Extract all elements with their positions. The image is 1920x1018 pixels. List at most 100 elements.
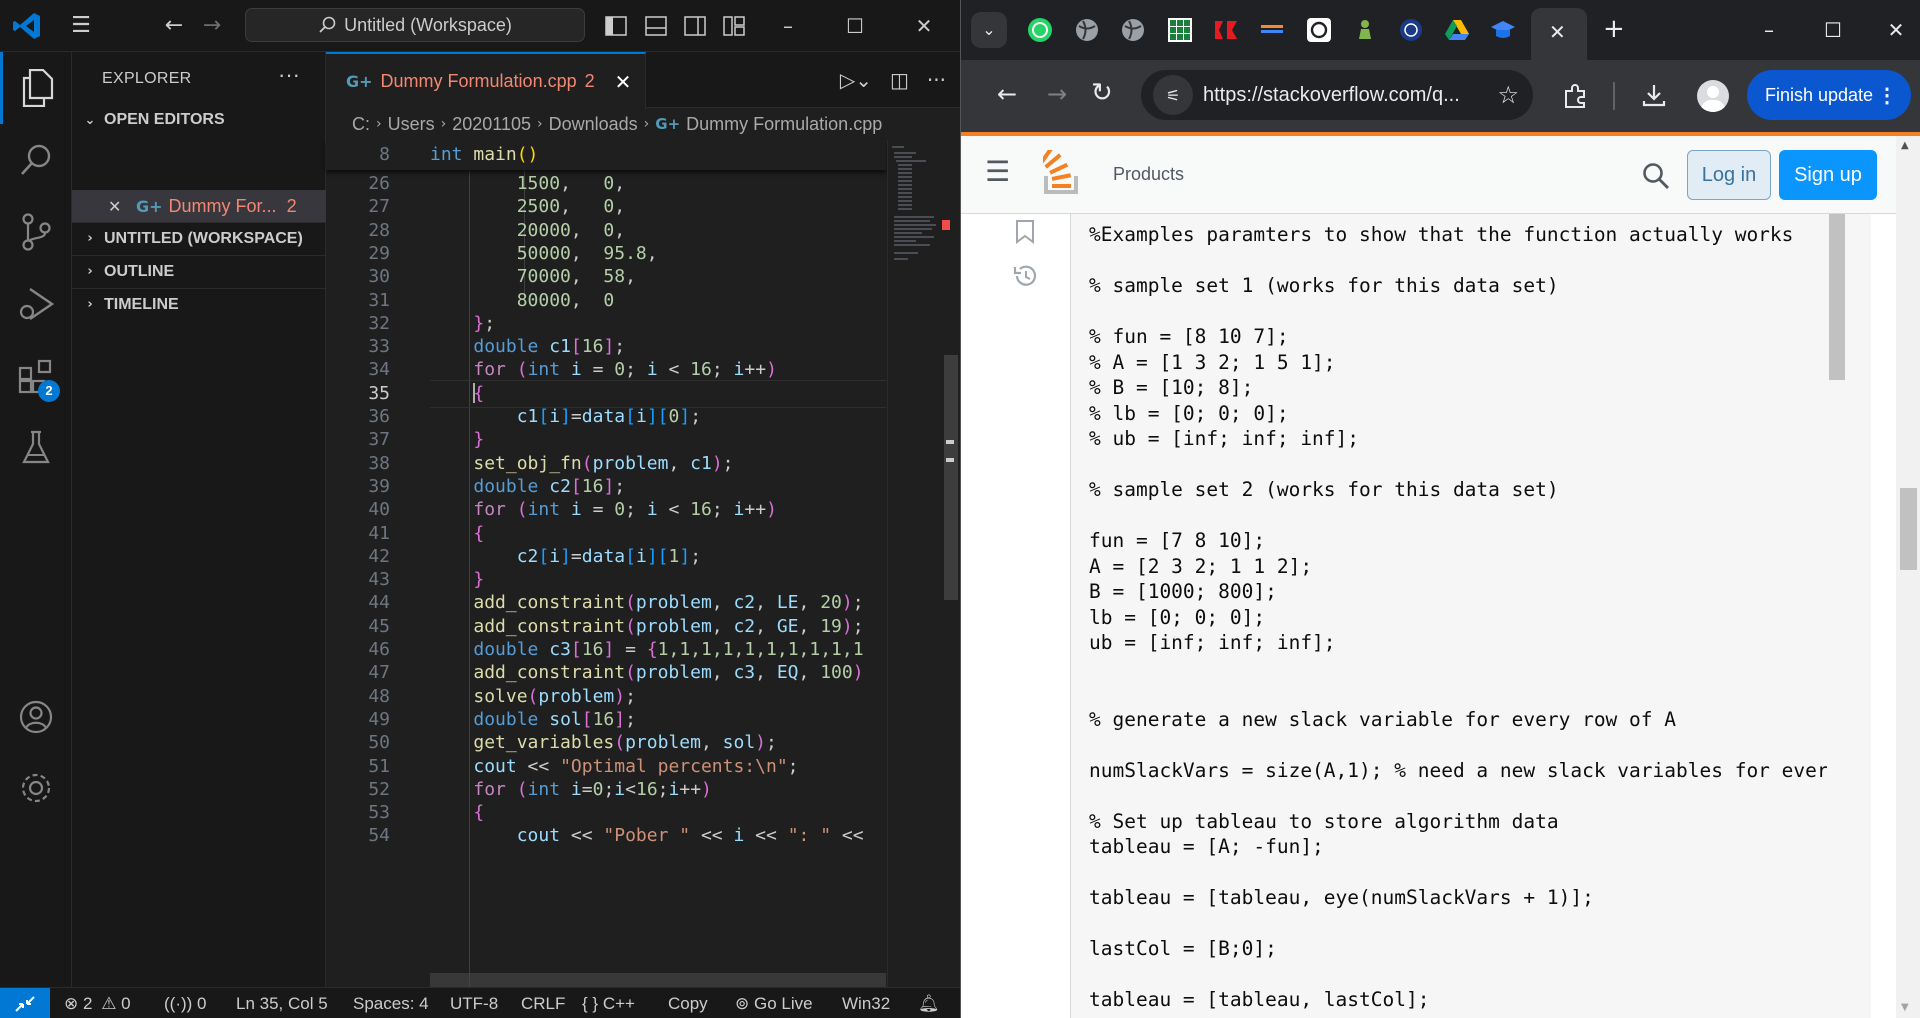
back-arrow-icon[interactable]: ← (997, 80, 1017, 108)
code-token: ; (614, 336, 626, 358)
more-actions-icon[interactable]: ··· (927, 68, 946, 92)
toggle-secondary-sidebar-icon[interactable] (684, 16, 706, 36)
profile-avatar[interactable] (1697, 80, 1729, 112)
extensions-puzzle-icon[interactable] (1563, 83, 1589, 109)
open-editor-item[interactable]: ✕ G+ Dummy For... 2 (72, 190, 326, 222)
code-block-scrollbar[interactable] (1827, 214, 1847, 1018)
breadcrumb-item[interactable]: Dummy Formulation.cpp (686, 114, 882, 135)
editor-tab[interactable]: G+ Dummy Formulation.cpp 2 ✕ (326, 52, 646, 109)
university-seal-tab-icon[interactable] (1398, 17, 1424, 43)
menu-hamburger-icon[interactable]: ☰ (985, 158, 1010, 186)
maximize-button[interactable]: ☐ (1813, 12, 1853, 48)
breadcrumb-item[interactable]: Users (388, 114, 435, 135)
openai-tab-icon[interactable] (1306, 17, 1332, 43)
page-scroll-thumb[interactable] (1900, 488, 1917, 570)
reload-icon[interactable]: ↻ (1091, 78, 1113, 108)
menu-hamburger-icon[interactable]: ☰ (65, 10, 97, 42)
back-arrow-icon[interactable]: ← (158, 10, 190, 42)
download-icon[interactable] (1641, 82, 1667, 108)
toggle-primary-sidebar-icon[interactable] (605, 16, 627, 36)
whatsapp-tab-icon[interactable] (1027, 17, 1053, 43)
code-token: , (668, 452, 691, 474)
go-live-button[interactable]: ⊚ Go Live (735, 988, 813, 1018)
indentation[interactable]: Spaces: 4 (353, 988, 429, 1018)
close-window-button[interactable]: ✕ (904, 8, 944, 44)
code-token: ) (766, 499, 777, 521)
active-tab[interactable]: ✕ (1531, 8, 1587, 60)
problems-indicator[interactable]: ⊗ 2 ⚠ 0 (64, 988, 131, 1018)
graduation-cap-tab-icon[interactable] (1490, 17, 1516, 43)
explorer-activity[interactable] (0, 52, 72, 124)
close-tab-icon[interactable]: ✕ (1549, 20, 1566, 44)
close-tab-icon[interactable]: ✕ (615, 70, 632, 94)
run-icon[interactable]: ▷⌄ (840, 68, 872, 92)
finish-update-button[interactable]: Finish update ⋮ (1747, 70, 1911, 120)
copy-status-item[interactable]: Copy (668, 988, 708, 1018)
stackoverflow-logo-icon[interactable] (1043, 150, 1083, 196)
run-debug-activity[interactable] (0, 268, 72, 340)
signup-button[interactable]: Sign up (1779, 150, 1877, 200)
minimize-button[interactable]: – (768, 8, 808, 44)
login-button[interactable]: Log in (1687, 150, 1771, 200)
globe-tab-icon[interactable] (1120, 17, 1146, 43)
code-line[interactable]: 54 cout << "Pober " << i << ": " << (326, 822, 886, 851)
extensions-activity[interactable]: 2 (0, 340, 72, 412)
site-settings-icon[interactable]: ⚟ (1153, 75, 1193, 115)
command-center-search[interactable]: Untitled (Workspace) (245, 8, 585, 42)
toggle-panel-icon[interactable] (645, 16, 667, 36)
platform-status[interactable]: Win32 (842, 988, 890, 1018)
google-drive-tab-icon[interactable] (1444, 17, 1470, 43)
page-scrollbar[interactable]: ▲ ▼ (1896, 136, 1920, 1018)
breadcrumb-item[interactable]: 20201105 (452, 114, 531, 135)
testing-activity[interactable] (0, 412, 72, 484)
code-scroll-thumb[interactable] (1829, 214, 1845, 380)
outline-section[interactable]: › OUTLINE (72, 255, 326, 287)
line-ending[interactable]: CRLF (521, 988, 565, 1018)
scroll-down-arrow-icon[interactable]: ▼ (1901, 1002, 1909, 1013)
language-mode[interactable]: { } C++ (582, 988, 635, 1018)
chess-pawn-tab-icon[interactable] (1352, 17, 1378, 43)
tab-search-chevron-icon[interactable]: ⌄ (971, 12, 1007, 48)
red-logo-tab-icon[interactable] (1213, 17, 1239, 43)
address-bar[interactable]: ⚟ https://stackoverflow.com/q... ☆ (1141, 70, 1533, 120)
bookmark-icon[interactable] (1015, 220, 1035, 244)
customize-layout-icon[interactable] (723, 16, 745, 36)
breadcrumb-item[interactable]: Downloads (549, 114, 638, 135)
close-window-button[interactable]: ✕ (1876, 12, 1916, 48)
products-link[interactable]: Products (1113, 164, 1184, 185)
manage-activity[interactable] (0, 752, 72, 824)
encoding[interactable]: UTF-8 (450, 988, 498, 1018)
notifications-bell-icon[interactable]: 🔔︎ (918, 988, 940, 1018)
workspace-section[interactable]: › UNTITLED (WORKSPACE) (72, 222, 326, 254)
editor-scrollbar[interactable] (940, 140, 960, 987)
minimize-button[interactable]: – (1749, 12, 1789, 48)
accounts-activity[interactable] (0, 681, 72, 753)
split-editor-icon[interactable]: ◫ (890, 68, 909, 92)
maximize-button[interactable]: ☐ (835, 8, 875, 44)
forward-arrow-icon[interactable]: → (196, 10, 228, 42)
search-icon[interactable] (1642, 162, 1670, 190)
grid-app-tab-icon[interactable] (1167, 17, 1193, 43)
search-activity[interactable] (0, 124, 72, 196)
bookmark-star-icon[interactable]: ☆ (1497, 81, 1519, 109)
ports-indicator[interactable]: ((·)) 0 (164, 988, 207, 1018)
timeline-section[interactable]: › TIMELINE (72, 288, 326, 320)
editor-scroll-thumb[interactable] (944, 355, 958, 600)
more-actions-icon[interactable]: ··· (278, 62, 300, 88)
striped-logo-tab-icon[interactable] (1259, 17, 1285, 43)
remote-indicator[interactable] (0, 988, 50, 1018)
sticky-scroll-header[interactable]: 8 int main() (326, 140, 886, 170)
globe-tab-icon[interactable] (1074, 17, 1100, 43)
kebab-menu-icon[interactable]: ⋮ (1877, 83, 1897, 108)
new-tab-plus-icon[interactable]: + (1603, 14, 1625, 44)
breadcrumb-item[interactable]: C: (352, 114, 370, 135)
scroll-up-arrow-icon[interactable]: ▲ (1901, 140, 1909, 151)
open-editors-section[interactable]: ⌄ OPEN EDITORS (72, 104, 326, 136)
cursor-position[interactable]: Ln 35, Col 5 (236, 988, 328, 1018)
code-editor[interactable]: 26 1500, 0, 27 2500, 0, 28 20000, 0, 29 500… (326, 140, 886, 987)
horizontal-scroll-thumb[interactable] (430, 973, 886, 987)
history-icon[interactable] (1012, 264, 1038, 288)
close-icon[interactable]: ✕ (108, 197, 128, 216)
forward-arrow-icon[interactable]: → (1047, 80, 1067, 108)
source-control-activity[interactable] (0, 196, 72, 268)
